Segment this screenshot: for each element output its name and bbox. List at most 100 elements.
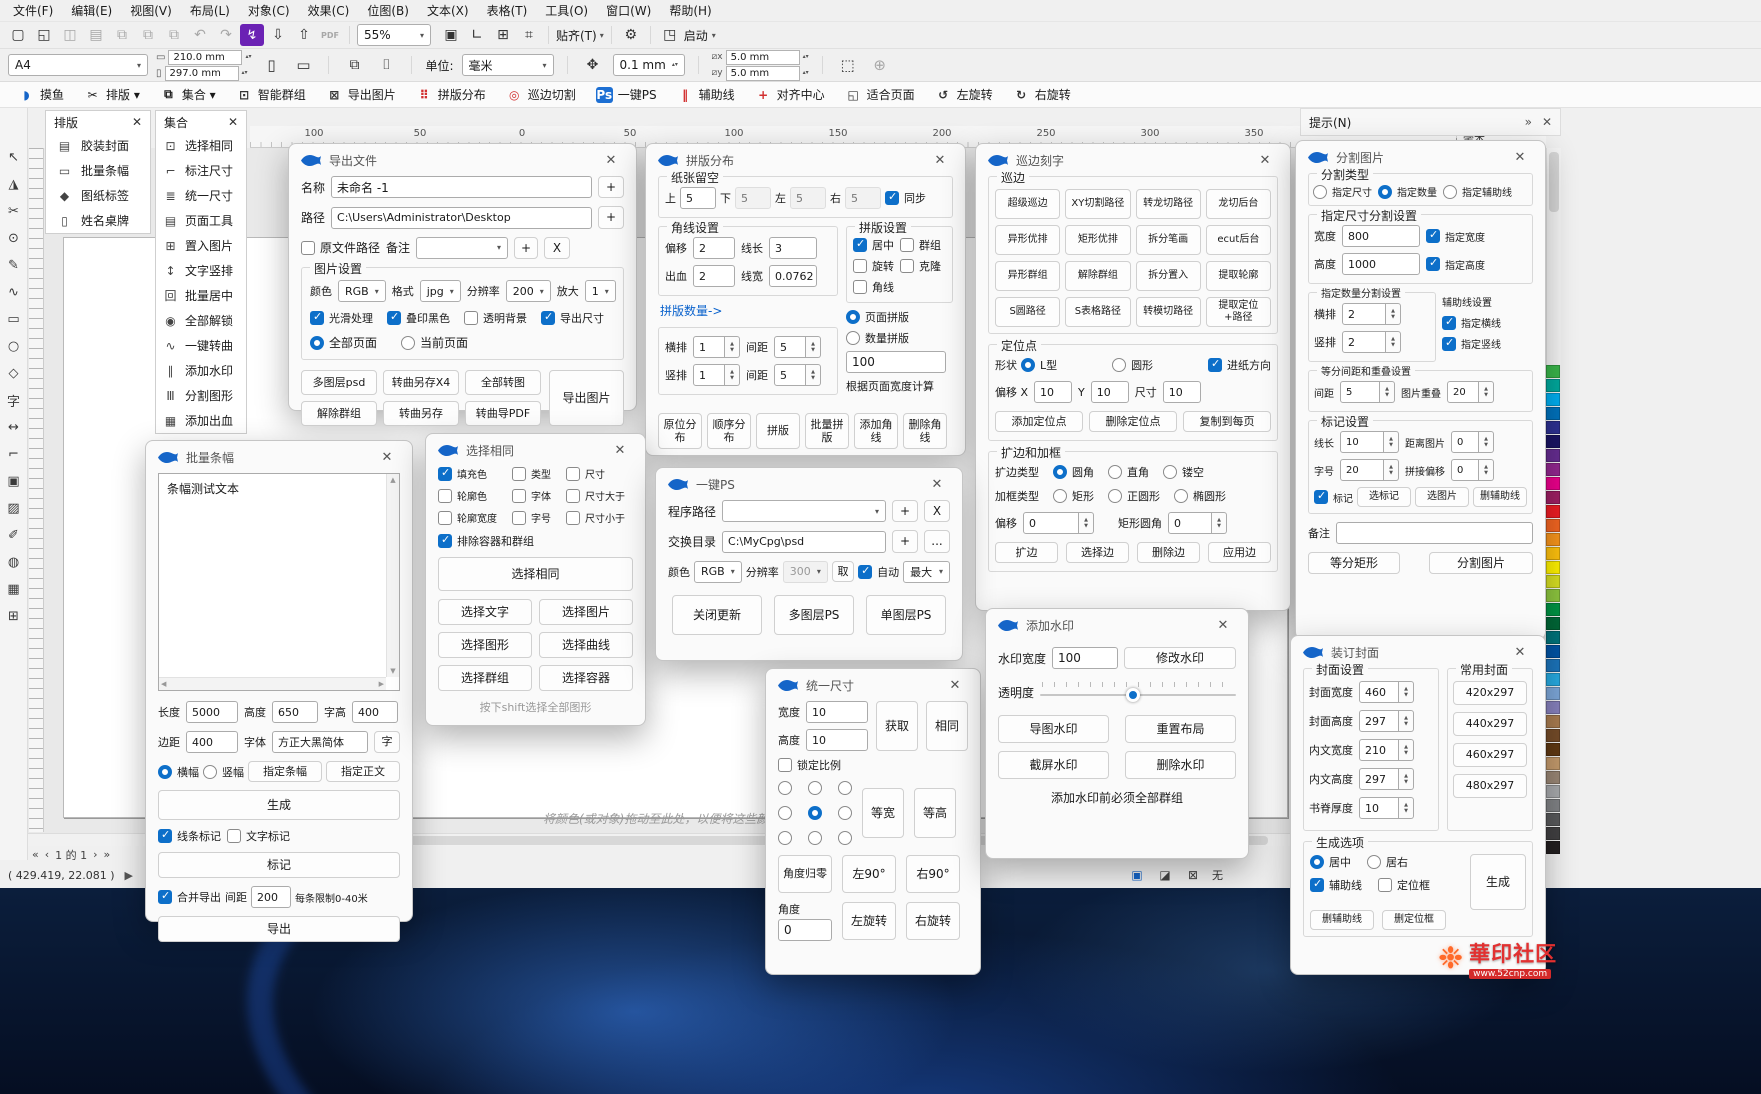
max-combo[interactable]: 最大▾ [903,561,950,583]
palette-swatch[interactable] [1546,715,1560,728]
get-size-button[interactable]: 获取 [876,701,918,751]
v-guide-checkbox[interactable]: 指定竖线 [1442,336,1501,351]
docker-item[interactable]: ≣统一尺寸 [156,183,246,208]
palette-swatch[interactable] [1546,771,1560,784]
cut-icon[interactable]: ⧉ [110,24,134,46]
mark-distance-stepper[interactable]: 0▲▼ [1451,431,1494,453]
qty-imposition-radio[interactable]: 数量拼版 [846,330,909,346]
export-image-button[interactable]: 导出图片 [549,370,624,426]
plugin-toolbar-button[interactable]: ◎ 巡边切割 [498,84,584,105]
nudge-field[interactable]: 0.1 mm▴▾ [613,54,685,76]
curve-save-button[interactable]: 转曲另存 [383,401,459,426]
by-guides-radio[interactable]: 指定辅助线 [1443,184,1512,199]
contour-action-button[interactable]: XY切割路径 [1065,189,1130,219]
specify-body-button[interactable]: 指定正文 [326,761,400,782]
docker-item[interactable]: 回批量居中 [156,283,246,308]
corner-checkbox[interactable]: 角线 [853,279,894,295]
position-frame-checkbox[interactable]: 定位框 [1378,877,1430,893]
dup-y-field[interactable]: 5.0 mm [726,66,800,81]
palette-swatch[interactable] [1546,393,1560,406]
plugin-toolbar-button[interactable]: ◗ 摸鱼 [10,84,72,105]
palette-swatch[interactable] [1546,505,1560,518]
match-property-checkbox[interactable]: 字体 [512,488,564,503]
uniform-width-field[interactable]: 10 [806,701,868,723]
all-pages-radio[interactable]: 全部页面 [310,334,377,351]
ungroup-button[interactable]: 解除群组 [301,401,377,426]
banner-text-area[interactable]: 条幅测试文本 ▲▼ ◀▶ [158,473,400,691]
match-property-checkbox[interactable]: 字号 [512,510,564,525]
menu-item[interactable]: 编辑(E) [62,0,121,21]
expand-offset-stepper[interactable]: 0▲▼ [1023,512,1094,534]
auto-checkbox[interactable]: 自动 [858,564,899,580]
margin-bottom-field[interactable]: 5 [735,187,771,209]
toolbox-tool[interactable]: ↔ [3,418,25,436]
palette-swatch[interactable] [1546,365,1560,378]
current-page-radio[interactable]: 当前页面 [401,334,468,351]
redo-icon[interactable]: ↷ [214,24,238,46]
add-remark-button[interactable]: + [514,237,538,259]
gap-stepper[interactable]: 5▲▼ [774,364,821,386]
text-mark-checkbox[interactable]: 文字标记 [227,828,290,844]
dup-x-field[interactable]: 5.0 mm [726,50,800,65]
page-width-field[interactable]: 210.0 mm [168,50,242,65]
select-marks-button[interactable]: 选标记 [1357,487,1411,507]
page-imposition-radio[interactable]: 页面拼版 [846,309,909,325]
launch-menu[interactable]: 启动▾ [684,27,716,44]
page-height-field[interactable]: 297.0 mm [165,66,239,81]
options-gear-icon[interactable]: ⚙ [619,24,643,46]
group-checkbox[interactable]: 群组 [900,237,941,253]
toolbox-tool[interactable]: ◍ [3,553,25,571]
pdf-icon[interactable]: PDF [318,24,342,46]
select-same-button[interactable]: 选择相同 [438,557,633,591]
overlap-stepper[interactable]: 20▲▼ [1447,381,1494,403]
close-icon[interactable]: ✕ [132,115,142,129]
zero-angle-button[interactable]: 角度归零 [778,855,832,893]
l-shape-radio[interactable]: L型 [1021,357,1057,373]
modify-watermark-button[interactable]: 修改水印 [1124,647,1236,669]
toolbox-tool[interactable]: ⊞ [3,607,25,625]
program-path-combo[interactable]: ▾ [722,500,886,522]
banner-height-field[interactable]: 650 [272,701,318,723]
zoom-level-combo[interactable]: 55%▾ [357,24,431,46]
lock-ratio-checkbox[interactable]: 锁定比例 [778,757,841,773]
right-angle-radio[interactable]: 直角 [1108,464,1149,480]
close-button[interactable]: ✕ [927,149,953,171]
docker-item[interactable]: ⊞置入图片 [156,233,246,258]
palette-swatch[interactable] [1546,533,1560,546]
palette-swatch[interactable] [1546,547,1560,560]
screenshot-watermark-button[interactable]: 截屏水印 [998,751,1109,779]
curve-save-x4-button[interactable]: 转曲另存X4 [383,370,459,395]
palette-swatch[interactable] [1546,827,1560,840]
rotate-right-button[interactable]: 右旋转 [906,902,960,940]
palette-swatch[interactable] [1546,743,1560,756]
split-image-button[interactable]: 分割图片 [1429,552,1533,574]
delete-anchor-button[interactable]: 删除定位点 [1089,411,1177,432]
in-place-distribute-button[interactable]: 原位分布 [658,413,702,449]
fill-status-icon[interactable]: ◪ [1156,867,1174,883]
select-images-button[interactable]: 选图片 [1415,487,1469,507]
select-edge-button[interactable]: 选择边 [1066,542,1129,563]
plugin-toolbar-button[interactable]: ⊡ 智能群组 [228,84,314,105]
banner-gap-field[interactable]: 200 [251,886,291,908]
grid-icon[interactable]: ⊞ [491,24,515,46]
add-anchor-button[interactable]: 添加定位点 [995,411,1083,432]
docker-item[interactable]: ◉全部解锁 [156,308,246,333]
vertical-scrollbar[interactable] [1546,148,1561,365]
cover-field-stepper[interactable]: 297▲▼ [1359,768,1414,790]
palette-swatch[interactable] [1546,673,1560,686]
cover-field-stepper[interactable]: 297▲▼ [1359,710,1414,732]
toolbox-tool[interactable]: ◇ [3,364,25,382]
right-radio[interactable]: 居右 [1367,854,1408,870]
center-radio[interactable]: 居中 [1310,854,1351,870]
palette-swatch[interactable] [1546,813,1560,826]
preset-size-button[interactable]: 440x297 [1453,712,1527,736]
menu-item[interactable]: 表格(T) [478,0,537,21]
feed-direction-checkbox[interactable]: 进纸方向 [1208,357,1271,373]
toolbox-tool[interactable]: ↖ [3,148,25,166]
joint-offset-stepper[interactable]: 0▲▼ [1451,459,1494,481]
collapse-icon[interactable]: » [1525,115,1532,129]
overprint-black-checkbox[interactable]: 叠印黑色 [387,310,450,326]
center-checkbox[interactable]: 居中 [853,237,894,253]
offset-y-field[interactable]: 10 [1091,381,1129,403]
rows-stepper[interactable]: 1▲▼ [693,336,740,358]
